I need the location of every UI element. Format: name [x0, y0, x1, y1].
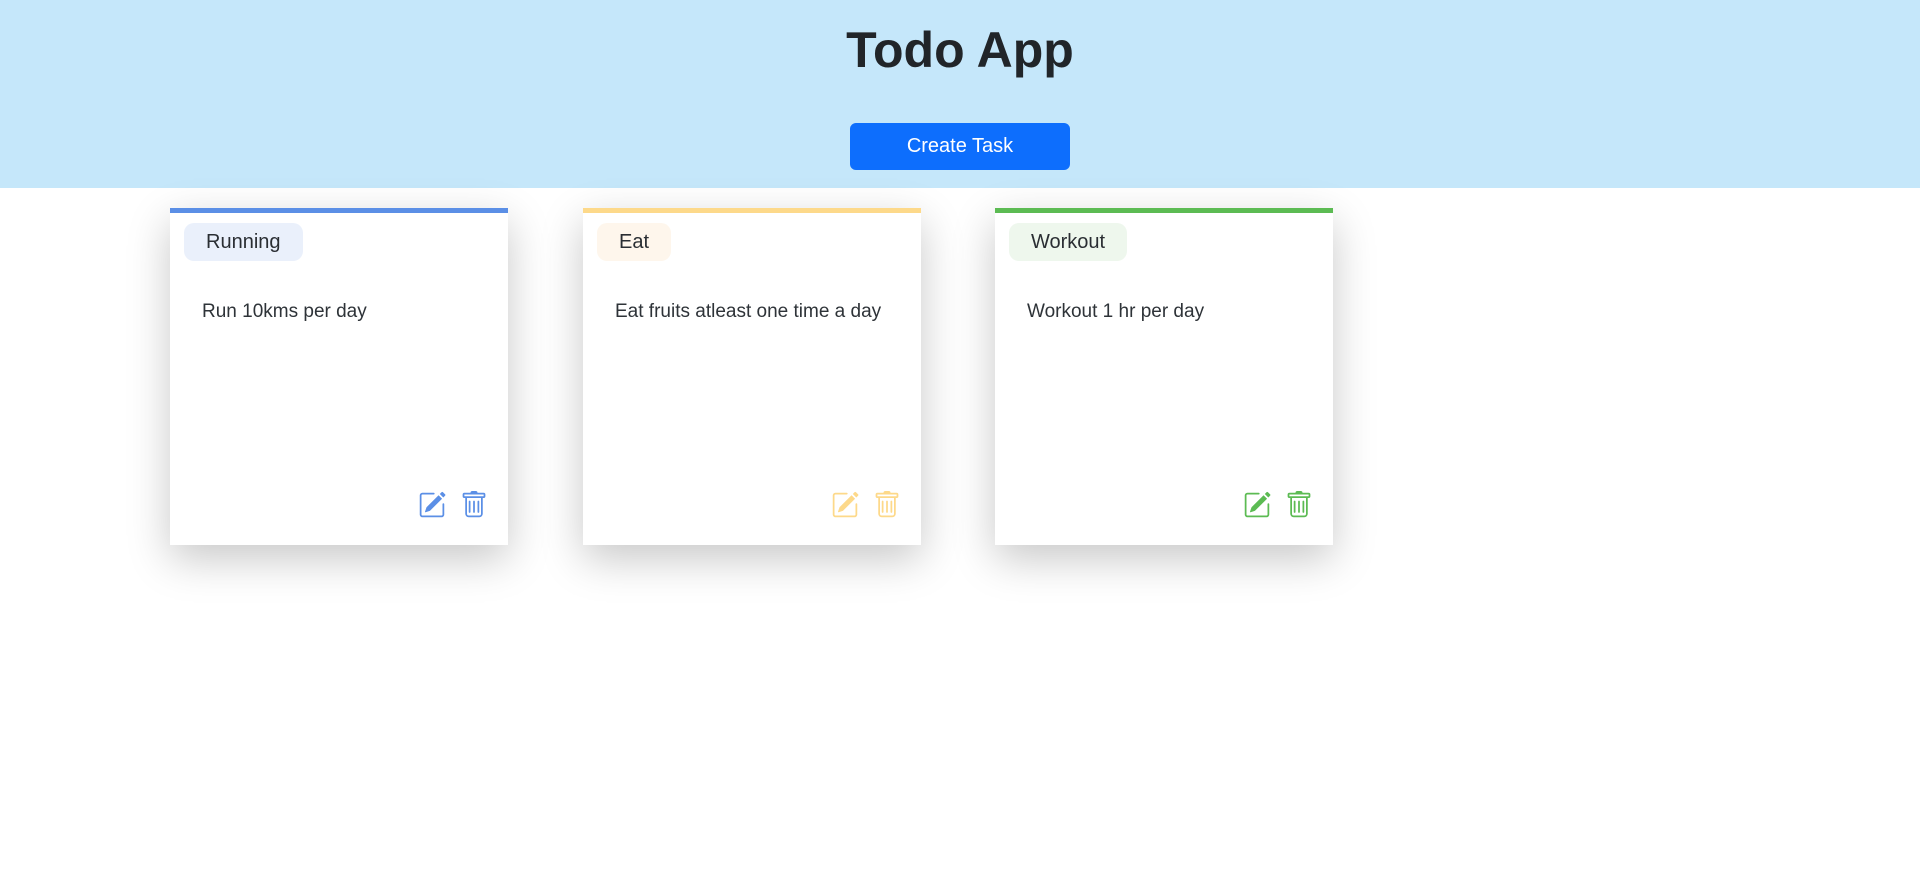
task-description: Run 10kms per day: [202, 301, 367, 322]
task-card-accent-bar: [583, 208, 921, 213]
task-card: Running Run 10kms per day: [170, 208, 508, 545]
task-card-accent-bar: [995, 208, 1333, 213]
trash-icon[interactable]: [460, 491, 488, 519]
task-actions: [1243, 491, 1313, 519]
edit-icon[interactable]: [418, 491, 446, 519]
task-actions: [831, 491, 901, 519]
edit-icon[interactable]: [1243, 491, 1271, 519]
task-description: Eat fruits atleast one time a day: [615, 301, 882, 322]
task-category-tag: Running: [184, 223, 303, 261]
task-description: Workout 1 hr per day: [1027, 301, 1205, 322]
task-card: Workout Workout 1 hr per day: [995, 208, 1333, 545]
create-task-button[interactable]: Create Task: [850, 123, 1070, 170]
edit-icon[interactable]: [831, 491, 859, 519]
task-category-tag: Eat: [597, 223, 672, 261]
task-actions: [418, 491, 488, 519]
task-card-accent-bar: [170, 208, 508, 213]
task-category-tag: Workout: [1009, 223, 1128, 261]
trash-icon[interactable]: [1285, 491, 1313, 519]
page-title: Todo App: [846, 22, 1074, 78]
app-header: Todo App Create Task: [0, 0, 1920, 188]
task-card: Eat Eat fruits atleast one time a day: [583, 208, 921, 545]
trash-icon[interactable]: [873, 491, 901, 519]
